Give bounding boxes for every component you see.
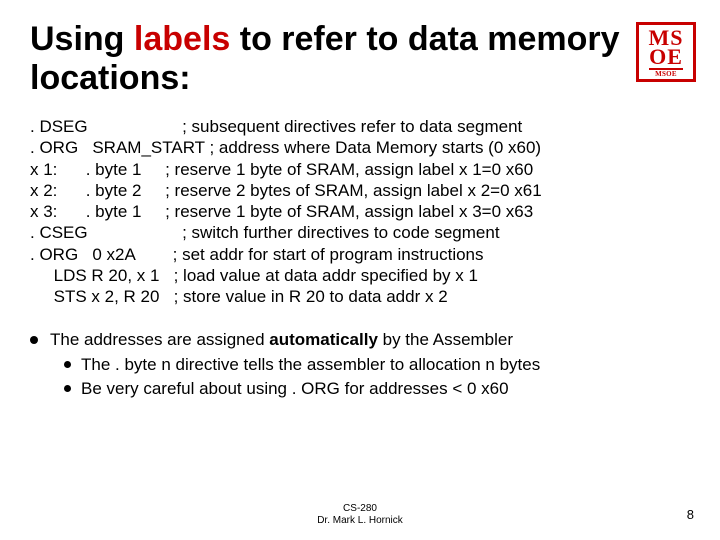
bullet-list: The addresses are assigned automatically…: [30, 329, 690, 399]
bullet-sub-1-text: The . byte n directive tells the assembl…: [81, 354, 540, 376]
page-title: Using labels to refer to data memory loc…: [30, 20, 690, 98]
page-number: 8: [687, 507, 694, 522]
bullet-sub-2-text: Be very careful about using . ORG for ad…: [81, 378, 509, 400]
footer: CS-280 Dr. Mark L. Hornick: [0, 503, 720, 526]
bullet-icon: [64, 361, 71, 368]
footer-course: CS-280: [0, 503, 720, 515]
code-line-1: . ORG SRAM_START ; address where Data Me…: [30, 138, 541, 157]
logo-row-2: OE: [649, 47, 683, 70]
code-line-8: STS x 2, R 20 ; store value in R 20 to d…: [30, 287, 448, 306]
slide: MS OE MSOE Using labels to refer to data…: [0, 0, 720, 540]
code-line-4: x 3: . byte 1 ; reserve 1 byte of SRAM, …: [30, 202, 533, 221]
bullet-main: The addresses are assigned automatically…: [30, 329, 690, 351]
code-line-6: . ORG 0 x2A ; set addr for start of prog…: [30, 245, 484, 264]
bullet-main-post: by the Assembler: [378, 330, 513, 349]
code-line-5: . CSEG ; switch further directives to co…: [30, 223, 500, 242]
footer-author: Dr. Mark L. Hornick: [0, 515, 720, 527]
code-line-0: . DSEG ; subsequent directives refer to …: [30, 117, 522, 136]
bullet-main-pre: The addresses are assigned: [50, 330, 269, 349]
bullet-sub-2: Be very careful about using . ORG for ad…: [64, 378, 690, 400]
bullet-icon: [30, 336, 38, 344]
bullet-main-bold: automatically: [269, 330, 378, 349]
bullet-icon: [64, 385, 71, 392]
code-line-3: x 2: . byte 2 ; reserve 2 bytes of SRAM,…: [30, 181, 542, 200]
msoe-logo: MS OE MSOE: [636, 22, 696, 82]
title-emph: labels: [134, 20, 230, 58]
code-line-2: x 1: . byte 1 ; reserve 1 byte of SRAM, …: [30, 160, 533, 179]
code-block: . DSEG ; subsequent directives refer to …: [30, 116, 690, 307]
logo-row-3: MSOE: [639, 71, 693, 78]
title-pre: Using: [30, 20, 134, 58]
bullet-main-text: The addresses are assigned automatically…: [50, 329, 513, 351]
code-line-7: LDS R 20, x 1 ; load value at data addr …: [30, 266, 478, 285]
bullet-sub-1: The . byte n directive tells the assembl…: [64, 354, 690, 376]
